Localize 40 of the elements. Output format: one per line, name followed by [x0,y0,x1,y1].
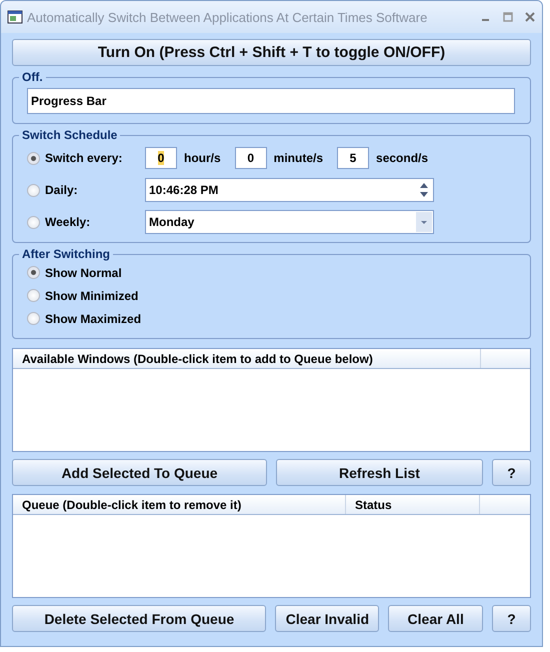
delete-button[interactable]: Delete Selected From Queue [12,605,266,632]
unit-label: hour/s [184,151,221,165]
window-title: Automatically Switch Between Applications At Certain Times Software [27,10,428,24]
help-button[interactable]: ? [492,605,532,632]
radio-button[interactable] [27,312,40,325]
status-field[interactable]: Progress Bar [27,88,515,114]
time-picker[interactable]: 10:46:28 PM [145,178,434,202]
group-legend: Switch Schedule [19,128,120,142]
unit-label: second/s [376,151,428,165]
refresh-button[interactable]: Refresh List [276,459,483,486]
list-view[interactable]: Queue (Double-click item to remove it) Status [12,494,531,598]
number-field[interactable]: 0 [234,147,267,169]
option-label: Weekly: [45,215,90,229]
option-label: Show Maximized [45,312,142,326]
number-field[interactable]: 5 [337,147,370,169]
radio-button[interactable] [27,152,40,164]
column-header[interactable]: Status [346,495,480,514]
help-button[interactable]: ? [492,459,531,486]
option-label: Daily: [45,183,78,197]
close-icon[interactable] [524,11,536,23]
option-label: Switch every: [45,151,122,165]
radio-button[interactable] [27,184,40,196]
radio-button[interactable] [27,216,40,228]
group-legend: After Switching [19,247,114,261]
option-label: Show Normal [45,266,122,280]
toggle-button[interactable]: Turn On (Press Ctrl + Shift + T to toggle ON/OFF) [12,39,531,66]
maximize-icon[interactable] [502,11,514,23]
day-dropdown[interactable]: Monday [145,210,434,234]
number-field[interactable]: 0 [145,147,177,169]
group-legend: Off. [19,70,46,84]
column-header[interactable]: Queue (Double-click item to remove it) [13,495,346,514]
clear-all-button[interactable]: Clear All [388,605,484,632]
clear-invalid-button[interactable]: Clear Invalid [275,605,380,632]
radio-button[interactable] [27,266,40,279]
app-icon [7,9,23,25]
option-label: Show Minimized [45,288,138,302]
list-view[interactable]: Available Windows (Double-click item to add to Queue below) [12,348,531,452]
add-button[interactable]: Add Selected To Queue [12,459,267,486]
unit-label: minute/s [274,151,324,165]
radio-button[interactable] [27,289,40,302]
